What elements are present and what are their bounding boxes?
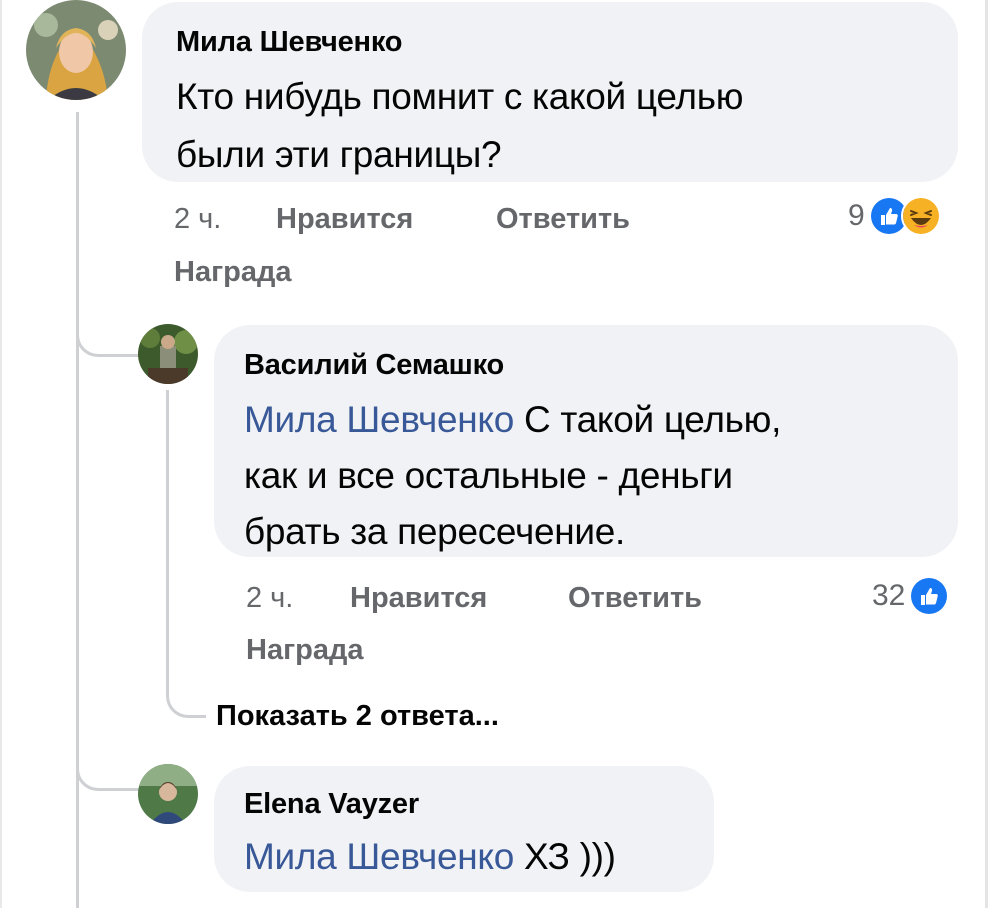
avatar-photo-mila — [26, 0, 126, 100]
thread-line-main — [76, 112, 79, 908]
comment-author[interactable]: Мила Шевченко — [176, 26, 403, 59]
comment-bubble: Мила Шевченко Кто нибудь помнит с какой … — [142, 2, 958, 182]
haha-icon — [900, 196, 941, 236]
reply-button[interactable]: Ответить — [568, 582, 702, 615]
thread-line-reply — [166, 390, 169, 690]
comment-text-line: Мила Шевченко С такой целью, — [244, 391, 781, 449]
avatar-photo-vasily — [138, 324, 198, 384]
show-replies-link[interactable]: Показать 2 ответа... — [216, 700, 499, 733]
avatar[interactable] — [138, 764, 198, 824]
comment-text-line: как и все остальные - деньги — [244, 455, 733, 496]
like-button[interactable]: Нравится — [350, 582, 487, 615]
comment-bubble: Василий Семашко Мила Шевченко С такой це… — [214, 325, 958, 557]
comment-timestamp[interactable]: 2 ч. — [174, 203, 221, 236]
comment-timestamp[interactable]: 2 ч. — [246, 582, 293, 615]
comment-text-line: брать за пересечение. — [244, 511, 625, 552]
award-button[interactable]: Награда — [246, 634, 364, 667]
reaction-count: 32 — [872, 579, 906, 612]
reaction-summary[interactable]: 9 — [848, 196, 941, 236]
mention-link[interactable]: Мила Шевченко — [244, 836, 514, 877]
thread-connector-show-replies — [166, 668, 206, 718]
comment-text-line: были эти границы? — [176, 134, 502, 175]
thread-connector-2 — [76, 745, 140, 791]
comment-text-line: Кто нибудь помнит с какой целью — [176, 76, 744, 117]
mention-link[interactable]: Мила Шевченко — [244, 399, 514, 440]
comment-text: ХЗ ))) — [523, 836, 616, 877]
like-icon — [909, 576, 950, 616]
comment-actions: 2 ч. Нравится Ответить — [174, 203, 774, 243]
comment-text: С такой целью, — [523, 399, 782, 440]
thread-connector-1 — [76, 310, 140, 357]
like-button[interactable]: Нравится — [276, 203, 413, 236]
comment-bubble: Elena Vayzer Мила Шевченко ХЗ ))) — [214, 766, 714, 892]
comment-author[interactable]: Василий Семашко — [244, 349, 504, 382]
comment-actions: 2 ч. Нравится Ответить — [246, 582, 846, 622]
reaction-summary[interactable]: 32 — [872, 576, 950, 616]
avatar[interactable] — [26, 0, 126, 100]
screen-edge-left — [0, 0, 2, 908]
reply-button[interactable]: Ответить — [496, 203, 630, 236]
avatar[interactable] — [138, 324, 198, 384]
comment-text-line: Мила Шевченко ХЗ ))) — [244, 828, 616, 886]
award-button[interactable]: Награда — [174, 256, 292, 289]
comment-author[interactable]: Elena Vayzer — [244, 788, 419, 821]
reaction-count: 9 — [848, 199, 865, 232]
avatar-photo-elena — [138, 764, 198, 824]
